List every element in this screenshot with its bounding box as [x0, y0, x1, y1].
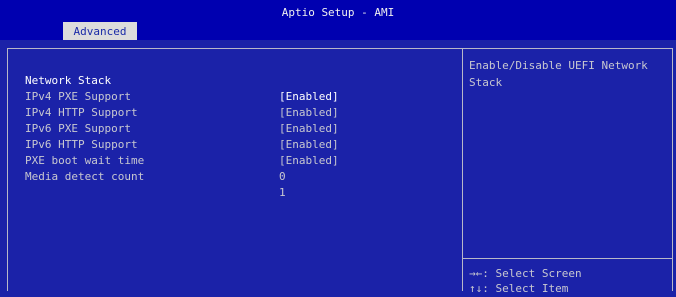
setting-ipv4-http-support[interactable]: IPv4 HTTP Support [Enabled] — [25, 89, 339, 135]
setting-value: [Enabled] — [279, 106, 339, 119]
setting-value: [Enabled] — [279, 138, 339, 151]
key-help-select-screen: →←: Select Screen — [469, 266, 674, 281]
app-title: Aptio Setup - AMI — [281, 6, 395, 19]
setting-value: [Enabled] — [279, 154, 339, 167]
setting-value: 1 — [279, 186, 286, 199]
key-help-select-item: ↑↓: Select Item — [469, 281, 674, 296]
panel-divider — [462, 49, 463, 291]
main-panel: Network Stack [Enabled] IPv4 PXE Support… — [7, 48, 673, 295]
setting-value: [Enabled] — [279, 122, 339, 135]
setting-ipv4-pxe-support[interactable]: IPv4 PXE Support [Enabled] — [25, 73, 339, 119]
setting-media-detect-count[interactable]: Media detect count 1 — [25, 153, 286, 199]
arrow-left-right-icon: →← — [469, 267, 483, 280]
setting-ipv6-pxe-support[interactable]: IPv6 PXE Support [Enabled] — [25, 105, 339, 151]
title-bar: Aptio Setup - AMI Advanced — [0, 0, 676, 40]
setting-network-stack[interactable]: Network Stack [Enabled] — [25, 57, 339, 103]
setting-pxe-boot-wait-time[interactable]: PXE boot wait time 0 — [25, 137, 286, 183]
setting-value: [Enabled] — [279, 90, 339, 103]
key-help-action: : Select Screen — [482, 267, 582, 280]
key-help-action: : Select Item — [482, 282, 569, 295]
arrow-up-down-icon: ↑↓ — [469, 282, 483, 295]
tab-advanced[interactable]: Advanced — [63, 22, 137, 40]
help-divider — [463, 258, 673, 259]
key-help-panel: →←: Select Screen ↑↓: Select Item — [469, 266, 674, 296]
setting-label: Media detect count — [25, 170, 145, 183]
help-description: Enable/Disable UEFI Network Stack — [469, 59, 648, 89]
setting-value: 0 — [279, 170, 286, 183]
setting-ipv6-http-support[interactable]: IPv6 HTTP Support [Enabled] — [25, 121, 339, 167]
